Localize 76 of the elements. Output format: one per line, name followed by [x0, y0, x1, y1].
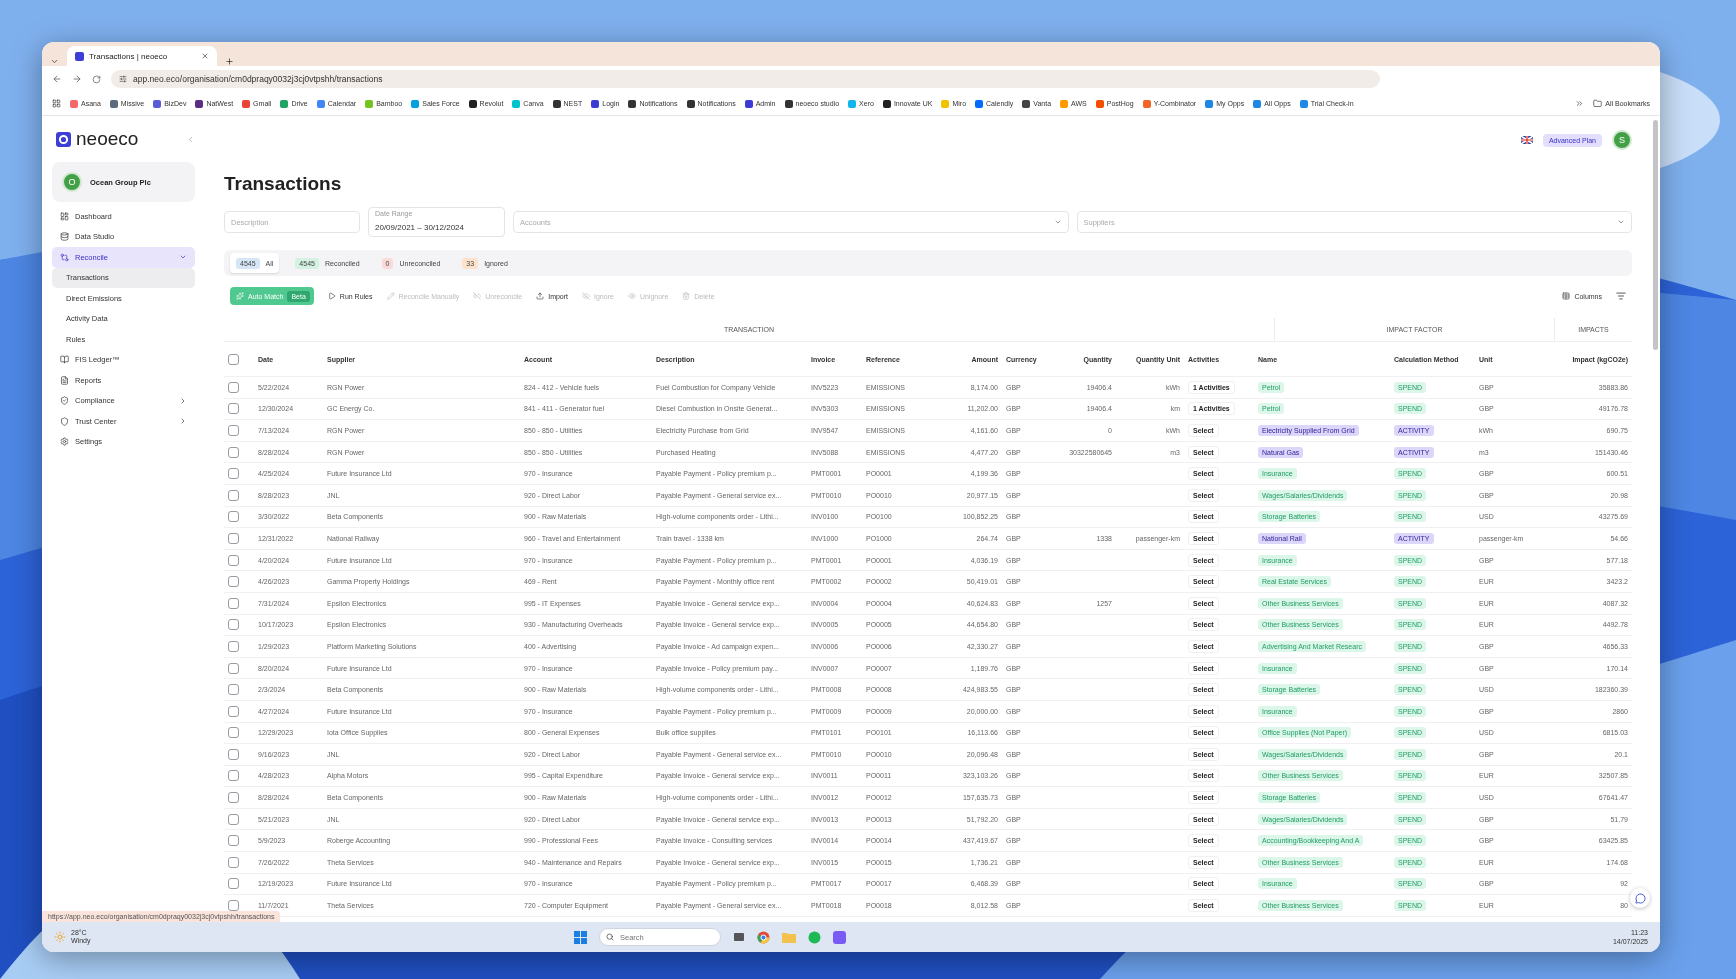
select-all-checkbox[interactable] — [228, 353, 239, 365]
search-icon — [606, 933, 614, 941]
eye-off-icon — [582, 292, 591, 300]
chat-button[interactable] — [1630, 888, 1650, 908]
sun-icon — [54, 931, 66, 943]
row-checkbox[interactable] — [228, 662, 239, 674]
row-checkbox[interactable] — [228, 727, 239, 739]
database-icon — [60, 232, 69, 242]
unlink-icon — [473, 292, 482, 300]
settings-icon — [60, 437, 69, 447]
address-field[interactable]: app.neo.eco/organisation/cm0dpraqy0032j3cj0vtpshh/transactions — [111, 70, 1380, 88]
task-view-icon[interactable] — [733, 931, 745, 943]
trash-icon — [682, 292, 691, 300]
chevron-down-icon[interactable] — [50, 57, 59, 66]
row-checkbox[interactable] — [228, 792, 239, 804]
chevron-down-icon — [1617, 218, 1625, 226]
site-icon — [75, 51, 84, 61]
row-checkbox[interactable] — [228, 425, 239, 436]
sparkle-icon — [236, 292, 244, 300]
chevron-right-icon[interactable] — [179, 417, 187, 426]
row-checkbox[interactable] — [228, 640, 239, 652]
row-checkbox[interactable] — [228, 381, 239, 393]
row-checkbox[interactable] — [228, 597, 239, 609]
row-checkbox[interactable] — [228, 813, 239, 825]
browser-icon[interactable] — [757, 930, 770, 944]
filter-icon[interactable] — [1616, 291, 1626, 301]
book-icon — [60, 355, 69, 365]
scrollbar-thumb[interactable] — [1652, 120, 1658, 350]
row-checkbox[interactable] — [228, 619, 239, 631]
chevron-right-icon[interactable] — [179, 396, 187, 405]
row-checkbox[interactable] — [228, 878, 239, 890]
row-checkbox[interactable] — [228, 532, 239, 544]
shield-check-icon — [60, 396, 69, 406]
close-icon[interactable] — [201, 52, 209, 60]
site-settings-icon[interactable] — [119, 75, 127, 83]
table-icon — [1562, 292, 1571, 300]
music-app-icon[interactable] — [808, 930, 821, 944]
app-icon[interactable] — [833, 930, 846, 944]
more-icon[interactable] — [1575, 99, 1585, 108]
row-checkbox[interactable] — [228, 489, 239, 501]
row-checkbox[interactable] — [228, 770, 239, 782]
row-checkbox[interactable] — [228, 554, 239, 566]
flag-icon[interactable] — [1520, 136, 1533, 144]
browser-tab[interactable]: Transactions | neoeco — [67, 46, 217, 66]
pencil-icon — [386, 292, 395, 300]
page-title: Transactions — [224, 172, 343, 196]
row-checkbox[interactable] — [228, 403, 239, 415]
row-checkbox[interactable] — [228, 446, 239, 458]
chevron-down-icon — [1053, 218, 1062, 226]
upload-icon — [536, 292, 545, 300]
reload-icon[interactable] — [92, 74, 101, 84]
row-checkbox[interactable] — [228, 835, 239, 847]
row-checkbox[interactable] — [228, 748, 239, 760]
forward-icon[interactable] — [72, 74, 82, 84]
collapse-icon[interactable] — [186, 134, 195, 144]
play-icon — [327, 292, 336, 300]
compare-icon — [60, 252, 69, 262]
row-checkbox[interactable] — [228, 468, 239, 480]
logo-text: neoeco — [76, 128, 139, 150]
new-tab-icon[interactable] — [225, 57, 234, 66]
eye-icon — [627, 292, 636, 300]
row-checkbox[interactable] — [228, 856, 239, 868]
back-icon[interactable] — [52, 74, 62, 84]
row-checkbox[interactable] — [228, 576, 239, 588]
start-icon[interactable] — [574, 930, 587, 944]
row-checkbox[interactable] — [228, 684, 239, 696]
folder-icon — [1593, 99, 1603, 108]
dashboard-icon — [60, 211, 69, 221]
logo-icon — [56, 131, 71, 147]
row-checkbox[interactable] — [228, 705, 239, 717]
document-icon — [60, 375, 69, 385]
apps-icon[interactable] — [52, 99, 61, 108]
chat-icon — [1634, 892, 1646, 904]
shield-icon — [60, 416, 69, 426]
row-checkbox[interactable] — [228, 511, 239, 523]
organisation-avatar: O — [62, 172, 82, 192]
